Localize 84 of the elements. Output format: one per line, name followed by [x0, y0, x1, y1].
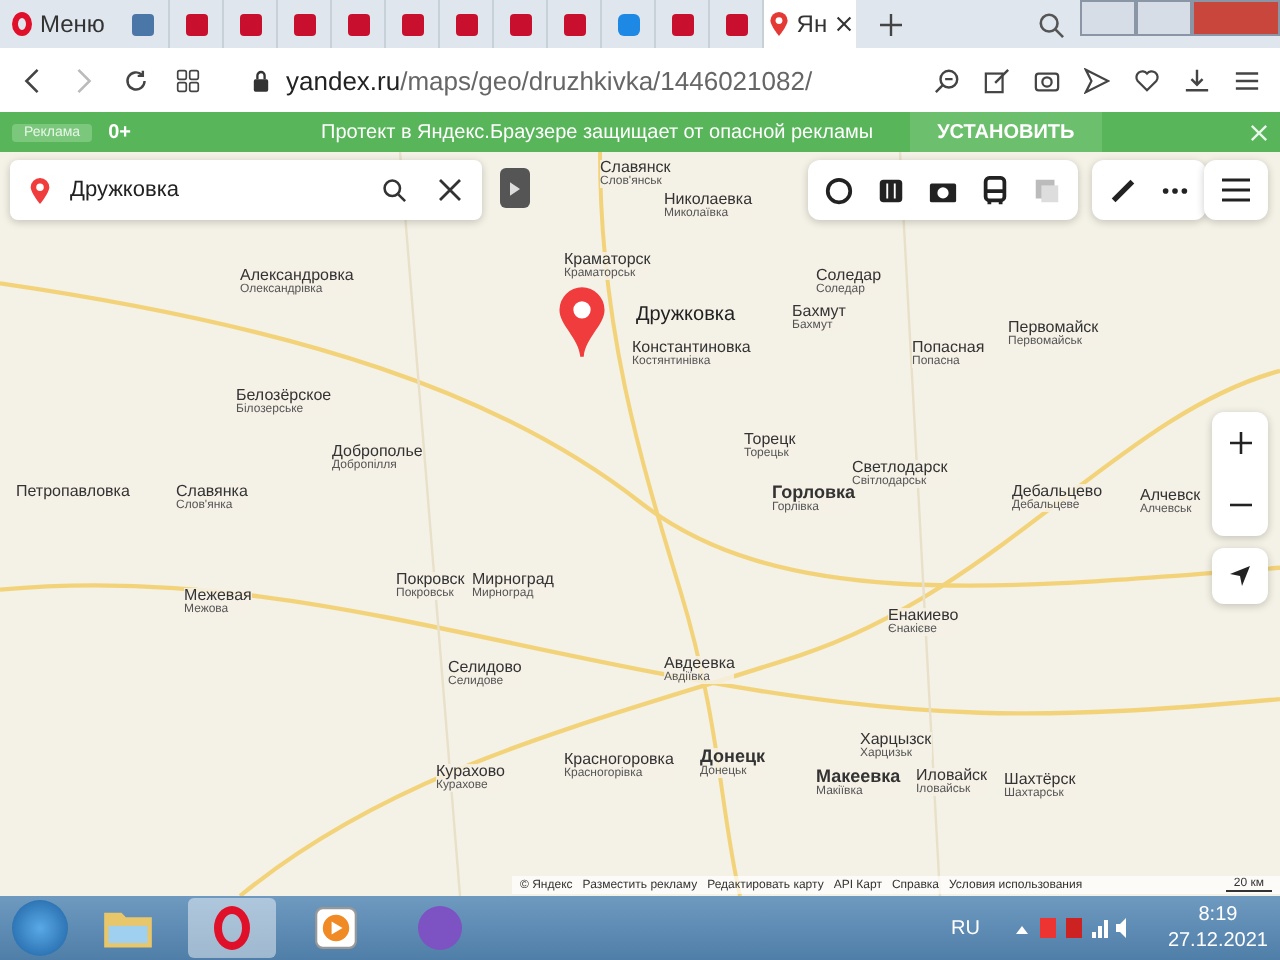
settings-icon[interactable]	[1234, 67, 1260, 93]
language-indicator[interactable]: RU	[950, 917, 980, 939]
reload-icon[interactable]	[124, 67, 148, 93]
map-pin-icon	[770, 12, 789, 36]
map-pin-icon	[30, 177, 50, 203]
clock-date: 27.12.2021	[1167, 928, 1268, 954]
city-label: Светлодарск	[852, 460, 948, 476]
clock-time: 8:19	[1198, 902, 1238, 928]
city-label: Доброполье	[332, 444, 423, 460]
city-label: Донецк	[700, 748, 765, 766]
bus-icon[interactable]	[980, 175, 1010, 205]
favicon-icon	[347, 13, 370, 35]
search-icon[interactable]	[382, 178, 406, 202]
city-label: Алчевск	[1140, 488, 1201, 504]
lock-icon	[252, 69, 270, 91]
city-label: Попасная	[912, 340, 985, 356]
city-label: Александровка	[240, 268, 354, 284]
camera-icon[interactable]	[1034, 67, 1060, 93]
city-label: Иловайск	[916, 768, 988, 784]
expand-panel-button[interactable]	[500, 168, 530, 208]
menu-icon	[1222, 178, 1250, 202]
favicon-icon	[185, 13, 208, 35]
close-icon[interactable]	[835, 16, 852, 32]
map-pin-icon[interactable]	[556, 284, 608, 360]
city-label: Мирноград	[472, 572, 554, 588]
arrow-icon	[1228, 564, 1252, 588]
city-label: Селидово	[448, 660, 522, 676]
city-label: Харцызск	[860, 732, 932, 748]
chat-icon	[617, 13, 640, 35]
favicon-icon	[725, 13, 748, 35]
new-tab-icon[interactable]	[880, 13, 903, 35]
city-label: Николаевка	[664, 192, 753, 208]
place-label: Дружковка	[636, 304, 736, 326]
edit-icon[interactable]	[984, 67, 1010, 93]
city-label: Макеевка	[816, 768, 901, 786]
city-label: Бахмут	[792, 304, 846, 320]
tray-icons-drawing[interactable]	[1011, 914, 1132, 942]
favicon-icon	[401, 13, 424, 35]
heart-icon[interactable]	[1134, 67, 1160, 93]
favicon-icon	[671, 13, 694, 35]
favicon-icon	[563, 13, 586, 35]
favicon-icon	[509, 13, 532, 35]
traffic-icon[interactable]	[876, 175, 906, 205]
clear-icon[interactable]	[438, 178, 462, 202]
menu-button[interactable]: Меню	[0, 0, 117, 48]
browser-tab[interactable]: Ян	[764, 0, 857, 48]
age-rating: 0+	[108, 121, 131, 143]
circle-icon[interactable]	[824, 175, 854, 205]
start-button[interactable]	[12, 900, 68, 956]
city-label: Первомайск	[1008, 320, 1099, 336]
city-label: Курахово	[436, 764, 505, 780]
ruler-icon[interactable]	[1108, 175, 1138, 205]
send-icon[interactable]	[1084, 67, 1110, 93]
city-label: Покровск	[396, 572, 465, 588]
zoom-icon[interactable]	[934, 67, 960, 93]
search-field[interactable]: Дружковка	[10, 160, 482, 220]
menu-button[interactable]	[1204, 160, 1268, 220]
city-label: Межевая	[184, 588, 252, 604]
favicon-icon	[455, 13, 478, 35]
ad-text: Протект в Яндекс.Браузере защищает от опасной рекламы	[321, 121, 874, 143]
favicon-icon	[293, 13, 316, 35]
location-button[interactable]	[1212, 548, 1268, 604]
grid-icon[interactable]	[176, 67, 200, 93]
address-field[interactable]: yandex.ru/maps/geo/druzhkivka/1446021082/	[286, 65, 906, 95]
city-label: Константиновка	[632, 340, 751, 356]
city-label: Славянск	[600, 160, 671, 176]
city-label: Авдеевка	[664, 656, 735, 672]
city-label: Белозёрское	[236, 388, 332, 404]
city-label: Шахтёрск	[1004, 772, 1076, 788]
city-label: Красногоровка	[564, 752, 674, 768]
city-label: Торецк	[744, 432, 796, 448]
back-icon[interactable]	[20, 67, 44, 93]
city-label: Соледар	[816, 268, 882, 284]
city-label: Краматорск	[564, 252, 651, 268]
city-label: Дебальцево	[1012, 484, 1103, 500]
city-label: Горловка	[772, 484, 856, 502]
play-icon	[510, 181, 520, 195]
zoom-in-icon[interactable]	[1229, 432, 1251, 454]
download-icon[interactable]	[1184, 67, 1210, 93]
city-label: Енакиево	[888, 608, 959, 624]
city-label: Петропавловка	[16, 484, 130, 500]
search-icon[interactable]	[1038, 11, 1064, 37]
favicon-icon	[239, 13, 262, 35]
city-label: Славянка	[176, 484, 248, 500]
